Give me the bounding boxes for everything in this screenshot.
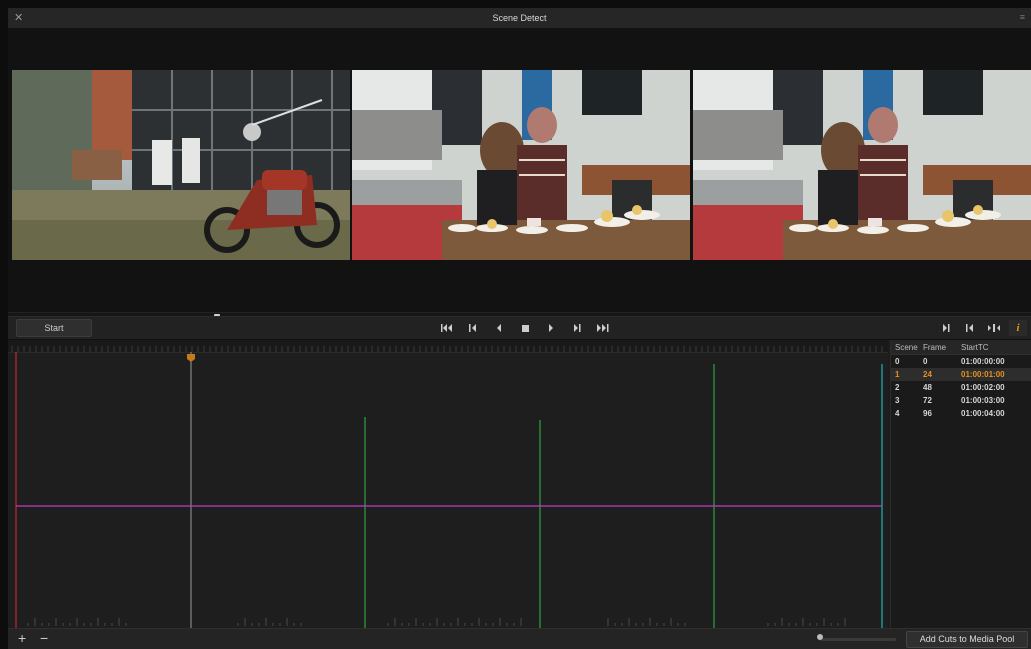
starttc-cell: 01:00:04:00 [961,409,1005,418]
cut-icon[interactable] [985,320,1003,336]
playhead-marker[interactable] [187,354,195,362]
table-row[interactable]: 0 0 01:00:00:00 [891,355,1031,368]
table-row-selected[interactable]: 1 24 01:00:01:00 [891,368,1031,381]
zoom-slider-knob[interactable] [817,634,823,640]
mark-out-icon[interactable] [961,320,979,336]
title-bar: ✕ Scene Detect ≡ [8,8,1031,29]
frame-cell: 0 [923,357,928,366]
thumbnail-cafe-b[interactable] [693,70,1031,260]
scene-cell: 3 [895,396,900,405]
options-icon[interactable]: ≡ [1020,12,1025,22]
add-cuts-button[interactable]: Add Cuts to Media Pool [906,631,1028,648]
scene-table-header: Scene Frame StartTC [891,340,1031,355]
table-row[interactable]: 2 48 01:00:02:00 [891,381,1031,394]
stop-icon[interactable] [516,320,534,336]
frame-cell: 72 [923,396,932,405]
thumbnail-motorcycle[interactable] [12,70,350,260]
starttc-cell: 01:00:03:00 [961,396,1005,405]
frame-cell: 48 [923,383,932,392]
starttc-cell: 01:00:00:00 [961,357,1005,366]
window-title: Scene Detect [492,13,547,23]
play-icon[interactable] [542,320,560,336]
starttc-cell: 01:00:02:00 [961,383,1005,392]
transport-toolbar: Start i [8,316,1031,340]
start-button[interactable]: Start [16,319,92,337]
scene-cell: 2 [895,383,900,392]
mark-in-icon[interactable] [937,320,955,336]
step-forward-icon[interactable] [568,320,586,336]
header-starttc[interactable]: StartTC [957,343,1031,352]
go-to-end-icon[interactable] [594,320,612,336]
step-back-icon[interactable] [464,320,482,336]
table-row[interactable]: 3 72 01:00:03:00 [891,394,1031,407]
play-reverse-icon[interactable] [490,320,508,336]
info-icon[interactable]: i [1009,320,1027,336]
header-frame[interactable]: Frame [919,343,957,352]
scene-cell: 4 [895,409,900,418]
right-toolbar: i [937,320,1027,336]
scene-list-panel: Scene Frame StartTC 0 0 01:00:00:00 1 24… [890,340,1031,628]
frame-cell: 24 [923,370,932,379]
starttc-cell: 01:00:01:00 [961,370,1005,379]
bottom-bar: + − Add Cuts to Media Pool [8,628,1031,649]
zoom-out-button[interactable]: − [40,630,48,646]
thumbnail-cafe-a[interactable] [352,70,690,260]
scene-cell: 0 [895,357,900,366]
header-scene[interactable]: Scene [891,343,919,352]
transport-controls [438,320,612,336]
zoom-in-button[interactable]: + [18,630,26,646]
scene-cell: 1 [895,370,900,379]
zoom-slider[interactable] [820,638,896,641]
viewer [8,29,1031,323]
scene-detect-graph[interactable] [8,340,888,628]
go-to-start-icon[interactable] [438,320,456,336]
frame-cell: 96 [923,409,932,418]
scene-detect-window: ✕ Scene Detect ≡ Start i Scene Frame Sta… [8,8,1031,649]
table-row[interactable]: 4 96 01:00:04:00 [891,407,1031,420]
